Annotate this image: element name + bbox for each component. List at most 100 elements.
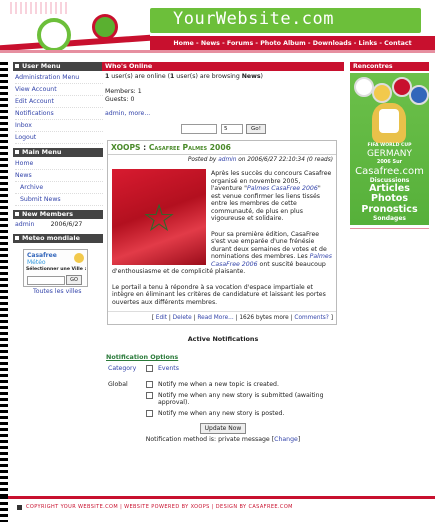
promo-photos: Photos — [371, 193, 408, 204]
online-text: user(s) are online ( — [109, 73, 171, 80]
update-now-button[interactable]: Update Now — [199, 422, 247, 434]
notify-checkbox[interactable] — [146, 410, 153, 417]
change-link[interactable]: Change — [274, 436, 298, 443]
notify-option: Notify me when any new story is submitte… — [158, 392, 324, 406]
world-cup-banner[interactable]: FIFA WORLD CUP GERMANY 2006 Sur Casafree… — [350, 73, 429, 225]
promo-year: 2006 Sur — [376, 159, 403, 165]
divider — [350, 228, 429, 229]
bytes-count: 1626 bytes more — [239, 315, 289, 321]
checkbox-cell — [144, 375, 156, 391]
footer-copyright: COPYRIGHT YOUR WEBSITE.COM | WEBSITE POW… — [26, 504, 293, 510]
story-pager: 5 Go! — [102, 124, 344, 134]
ball-icon — [354, 77, 374, 97]
members-count: Members: 1 — [105, 88, 142, 95]
world-cup-logo-inner — [379, 109, 399, 133]
city-select[interactable] — [27, 276, 65, 285]
edit-link[interactable]: Edit — [156, 315, 167, 321]
table-row: Category Events — [106, 363, 342, 375]
article-meta: Posted by admin on 2006/6/27 22:10:34 (0… — [108, 155, 336, 165]
star-icon: ☆ — [142, 196, 177, 240]
guests-count: Guests: 0 — [105, 96, 135, 103]
site-title[interactable]: YourWebsite.com — [0, 9, 435, 29]
whos-online-block: 1 user(s) are online (1 user(s) are brow… — [102, 71, 344, 120]
comments-link[interactable]: Comments? — [294, 315, 329, 321]
user-menu: Administration Menu View Account Edit Ac… — [13, 71, 103, 148]
menu-item-submit-news[interactable]: Submit News — [15, 194, 103, 206]
palmes-link[interactable]: Palmes CasaFree 2006 — [247, 185, 318, 192]
menu-item-view-account[interactable]: View Account — [15, 84, 103, 96]
notify-checkbox[interactable] — [146, 380, 153, 388]
notification-method: Notification method is: private message … — [145, 435, 301, 443]
square-icon — [17, 505, 22, 510]
posted-date: on 2006/6/27 22:10:34 (0 reads) — [236, 157, 333, 163]
update-row: Update Now — [102, 422, 344, 434]
checkbox-cell — [144, 408, 156, 420]
ball-icon — [409, 85, 429, 105]
table-row: Notify me when any new story is submitte… — [106, 390, 342, 408]
main-menu-header: Main Menu — [13, 148, 103, 157]
meteo-go-button[interactable]: GO — [66, 275, 82, 285]
promo-site: Casafree.com — [355, 166, 424, 177]
meteo-header: Meteo mondiale — [13, 234, 103, 243]
header-underline — [0, 50, 435, 53]
article-paragraph: Le portail a tenu à répondre à sa vocati… — [112, 283, 326, 306]
user-menu-header: User Menu — [13, 62, 103, 71]
promo-pronostics: Pronostics — [361, 204, 418, 215]
morocco-flag-image: ☆ — [112, 169, 206, 265]
category-header: Category — [108, 365, 137, 372]
menu-item-home[interactable]: Home — [15, 158, 103, 170]
table-row: admin 2006/6/27 — [13, 219, 103, 230]
menu-item-logout[interactable]: Logout — [15, 132, 103, 144]
title-separator: : — [140, 143, 149, 152]
global-label: Global — [108, 380, 128, 388]
meteo-brand: Casafree — [27, 252, 57, 259]
sun-icon — [74, 253, 84, 263]
news-article: XOOPS : Casafree Palmes 2006 Posted by a… — [107, 140, 337, 325]
left-edge-stripes — [0, 62, 8, 512]
pager-go-button[interactable]: Go! — [245, 124, 266, 134]
article-headline[interactable]: Casafree Palmes 2006 — [149, 143, 231, 152]
new-members-table: admin 2006/6/27 — [13, 219, 103, 230]
ball-icon — [372, 83, 392, 103]
checkbox-cell — [144, 363, 156, 375]
notify-checkbox[interactable] — [146, 392, 153, 399]
site-footer: COPYRIGHT YOUR WEBSITE.COM | WEBSITE POW… — [0, 496, 435, 522]
online-end: ) — [260, 73, 263, 80]
notify-option: Notify me when a new topic is created. — [158, 380, 279, 388]
author-link[interactable]: admin — [218, 157, 236, 163]
count-select[interactable]: 5 — [221, 124, 243, 134]
rencontres-header: Rencontres — [350, 62, 429, 71]
menu-item-news[interactable]: News — [15, 170, 103, 182]
user-menu-title: User Menu — [22, 62, 61, 70]
menu-item-edit-account[interactable]: Edit Account — [15, 96, 103, 108]
online-users-link[interactable]: admin, more... — [105, 110, 341, 118]
square-icon — [15, 236, 19, 240]
all-cities-link[interactable]: Toutes les villes — [33, 288, 103, 295]
left-sidebar: User Menu Administration Menu View Accou… — [13, 62, 103, 295]
new-members-title: New Members — [22, 210, 74, 218]
promo-fifa: FIFA WORLD CUP — [367, 143, 412, 148]
topic-select[interactable] — [181, 124, 218, 134]
new-members-header: New Members — [13, 210, 103, 219]
menu-item-inbox[interactable]: Inbox — [15, 120, 103, 132]
empty-cell — [106, 390, 144, 408]
member-name[interactable]: admin — [13, 219, 49, 230]
menu-item-administration[interactable]: Administration Menu — [15, 72, 103, 84]
notify-option: Notify me when any new story is posted. — [158, 410, 285, 417]
promo-germany: GERMANY — [366, 149, 413, 159]
delete-link[interactable]: Delete — [173, 315, 192, 321]
method-text: Notification method is: private message — [145, 435, 270, 443]
meteo-widget: Casafree Météo Sélectionner une Ville : … — [23, 249, 88, 287]
article-category[interactable]: XOOPS — [111, 143, 141, 152]
main-menu-title: Main Menu — [22, 148, 62, 156]
header-swoosh — [0, 34, 150, 52]
menu-item-archive[interactable]: Archive — [15, 182, 103, 194]
read-more-link[interactable]: Read More... — [197, 315, 233, 321]
article-title: XOOPS : Casafree Palmes 2006 — [108, 141, 336, 155]
table-row: Global Notify me when a new topic is cre… — [106, 375, 342, 391]
main-content: Who's Online 1 user(s) are online (1 use… — [102, 62, 344, 443]
notification-table: Category Events Global Notify me when a … — [106, 363, 342, 420]
select-all-checkbox[interactable] — [146, 365, 153, 372]
browsing-text: user(s) are browsing — [174, 73, 242, 80]
menu-item-notifications[interactable]: Notifications — [15, 108, 103, 120]
